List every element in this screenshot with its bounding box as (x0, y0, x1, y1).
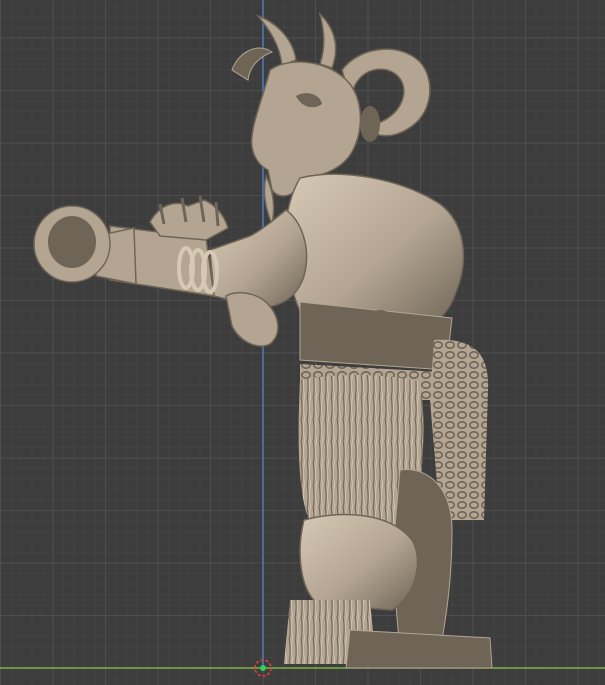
front-thigh (299, 513, 419, 611)
small-horn-2 (318, 11, 337, 69)
model-shapes (33, 11, 493, 669)
3d-viewport[interactable] (0, 0, 605, 685)
left-horn (231, 47, 274, 81)
small-horn-1 (255, 14, 297, 68)
origin-gizmo-icon[interactable] (253, 658, 273, 678)
war-horn-bell-inner (48, 216, 96, 268)
hoof-base (345, 629, 493, 669)
sculpted-creature-model[interactable] (0, 0, 605, 685)
belt-skull (366, 310, 394, 334)
horn-ring (360, 106, 380, 142)
